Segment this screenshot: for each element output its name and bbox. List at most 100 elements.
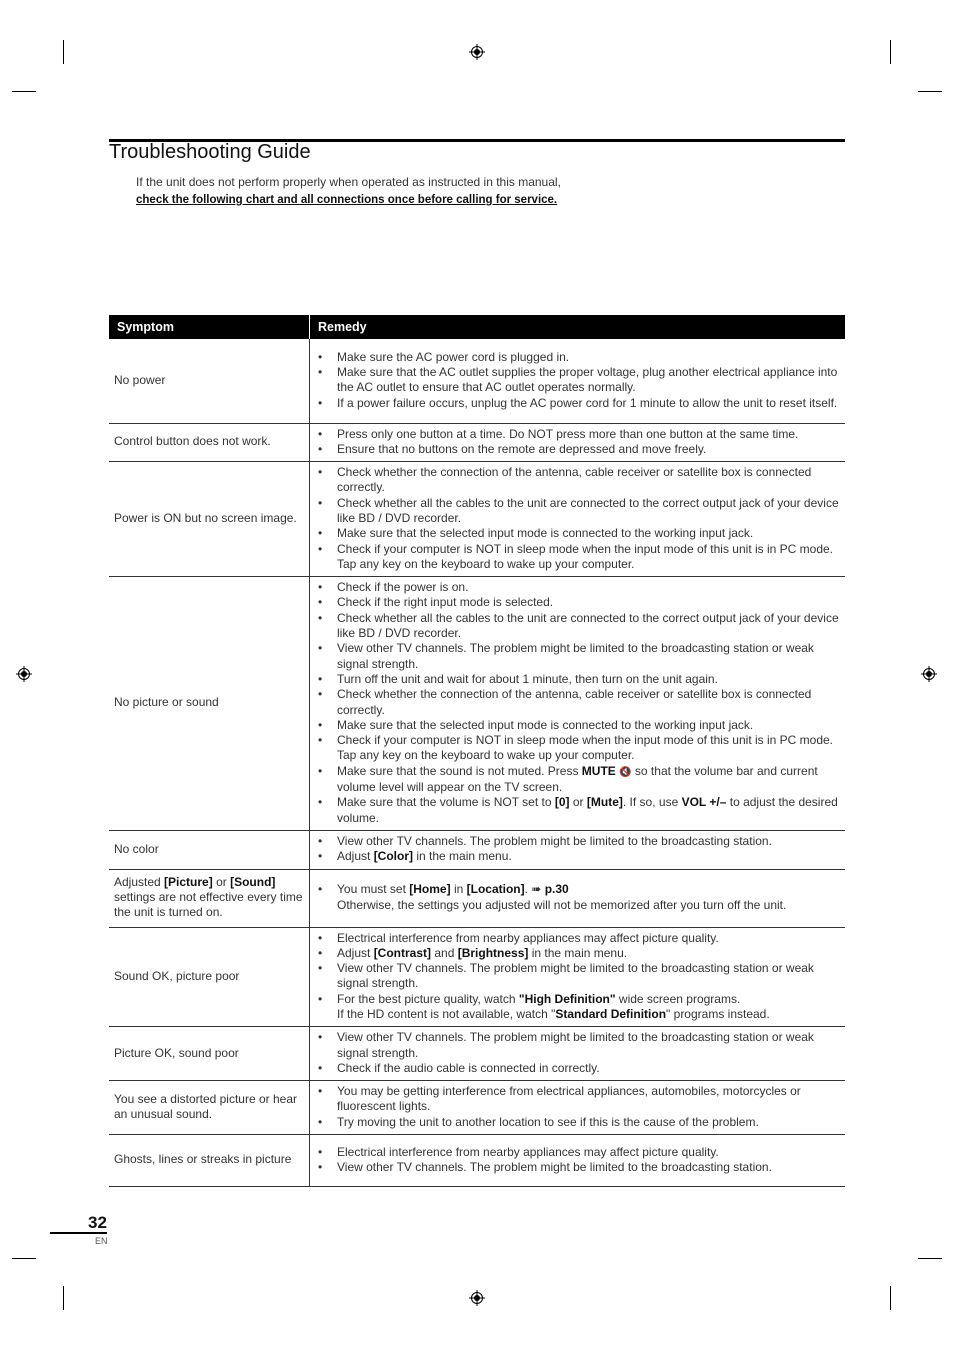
remedy-cell: Electrical interference from nearby appl… <box>309 927 845 1028</box>
remedy-item: You must set [Home] in [Location]. ➠ p.3… <box>315 882 840 913</box>
remedy-item: You may be getting interference from ele… <box>315 1084 840 1115</box>
remedy-text: . If so, use <box>622 795 682 810</box>
table-row: Adjusted [Picture] or [Sound] settings a… <box>109 869 845 928</box>
remedy-item: Check whether all the cables to the unit… <box>315 496 840 527</box>
remedy-item: Turn off the unit and wait for about 1 m… <box>315 672 840 688</box>
table-row: Ghosts, lines or streaks in picture Elec… <box>109 1134 845 1188</box>
table-row: You see a distorted picture or hear an u… <box>109 1080 845 1136</box>
key-label: "High Definition" <box>518 991 616 1006</box>
symptom-cell: Sound OK, picture poor <box>109 927 310 1028</box>
remedy-item: Make sure that the selected input mode i… <box>315 718 840 734</box>
symptom-text: Adjusted <box>114 874 165 889</box>
key-label: [Color] <box>373 849 414 864</box>
remedy-item: Try moving the unit to another location … <box>315 1115 840 1131</box>
remedy-item: Check if the power is on. <box>315 580 840 596</box>
table-row: No picture or sound Check if the power i… <box>109 576 845 831</box>
remedy-item: Make sure that the selected input mode i… <box>315 526 840 542</box>
key-label: [Brightness] <box>457 945 529 960</box>
header-symptom: Symptom <box>109 315 310 339</box>
symptom-cell: Power is ON but no screen image. <box>109 461 310 578</box>
remedy-item: Check if the right input mode is selecte… <box>315 595 840 611</box>
crop-mark <box>63 1286 64 1310</box>
remedy-item: View other TV channels. The problem migh… <box>315 961 840 992</box>
remedy-item: Ensure that no buttons on the remote are… <box>315 442 840 458</box>
remedy-item: Adjust [Color] in the main menu. <box>315 849 840 865</box>
symptom-text: or <box>212 874 231 889</box>
symptom-cell: No color <box>109 830 310 870</box>
remedy-item: For the best picture quality, watch "Hig… <box>315 992 840 1023</box>
symptom-cell: Picture OK, sound poor <box>109 1026 310 1082</box>
intro-emphasis: check the following chart and all connec… <box>136 194 558 206</box>
crop-mark <box>12 91 36 92</box>
page-ref-link[interactable]: p.30 <box>545 882 569 896</box>
table-row: Picture OK, sound poor View other TV cha… <box>109 1026 845 1082</box>
remedy-cell: Electrical interference from nearby appl… <box>309 1134 845 1188</box>
remedy-text: in the main menu. <box>413 849 512 864</box>
remedy-text: If the HD content is not available, watc… <box>337 1007 556 1021</box>
remedy-item: View other TV channels. The problem migh… <box>315 834 840 850</box>
remedy-text: in <box>450 882 467 897</box>
crosshair-registration-icon <box>469 44 485 60</box>
remedy-item: Check whether all the cables to the unit… <box>315 611 840 642</box>
symptom-cell: You see a distorted picture or hear an u… <box>109 1080 310 1136</box>
remedy-text: in the main menu. <box>528 945 628 960</box>
page-title: Troubleshooting Guide <box>109 141 311 163</box>
table-row: No color View other TV channels. The pro… <box>109 830 845 870</box>
remedy-text: Adjust <box>337 849 374 864</box>
remedy-cell: View other TV channels. The problem migh… <box>309 830 845 870</box>
key-label: [Picture] <box>164 874 213 889</box>
key-label: [Sound] <box>230 874 276 889</box>
crosshair-registration-icon <box>921 666 937 682</box>
remedy-cell: Press only one button at a time. Do NOT … <box>309 423 845 463</box>
header-remedy: Remedy <box>309 315 845 339</box>
crosshair-registration-icon <box>469 1290 485 1306</box>
remedy-cell: Check if the power is on. Check if the r… <box>309 576 845 831</box>
page-language: EN <box>95 1236 108 1246</box>
remedy-text: Adjust <box>337 945 374 960</box>
remedy-cell: You must set [Home] in [Location]. ➠ p.3… <box>309 869 845 928</box>
remedy-item: Check if your computer is NOT in sleep m… <box>315 733 840 764</box>
key-label: [Contrast] <box>373 945 432 960</box>
remedy-item: View other TV channels. The problem migh… <box>315 641 840 672</box>
symptom-cell: Ghosts, lines or streaks in picture <box>109 1134 310 1188</box>
table-header: Symptom Remedy <box>109 315 845 339</box>
speaker-mute-icon: 🔇 <box>619 766 632 778</box>
remedy-item: Check if the audio cable is connected in… <box>315 1061 840 1077</box>
crop-mark <box>890 1286 891 1310</box>
remedy-cell: View other TV channels. The problem migh… <box>309 1026 845 1082</box>
symptom-text: settings are not effective every time th… <box>114 889 303 920</box>
remedy-item: Make sure that the volume is NOT set to … <box>315 795 840 826</box>
remedy-text: You must set <box>337 882 410 897</box>
remedy-item: Electrical interference from nearby appl… <box>315 931 840 947</box>
remedy-item: If a power failure occurs, unplug the AC… <box>315 396 840 412</box>
arrow-right-icon: ➠ <box>531 882 542 897</box>
table-row: Sound OK, picture poor Electrical interf… <box>109 927 845 1028</box>
remedy-item: Make sure the AC power cord is plugged i… <box>315 350 840 366</box>
key-label: [Mute] <box>586 795 623 810</box>
remedy-item: View other TV channels. The problem migh… <box>315 1160 840 1176</box>
table-row: Control button does not work. Press only… <box>109 423 845 463</box>
troubleshooting-table: Symptom Remedy No power Make sure the AC… <box>109 315 845 1188</box>
intro-line: If the unit does not perform properly wh… <box>136 175 561 189</box>
remedy-text: wide screen programs. <box>615 991 741 1006</box>
key-label: VOL +/– <box>681 795 727 810</box>
remedy-text: or <box>569 795 587 810</box>
remedy-text: For the best picture quality, watch <box>337 991 519 1006</box>
remedy-item: Press only one button at a time. Do NOT … <box>315 427 840 443</box>
symptom-cell: No power <box>109 339 310 424</box>
remedy-item: Make sure that the AC outlet supplies th… <box>315 365 840 396</box>
table-row: Power is ON but no screen image. Check w… <box>109 461 845 578</box>
crop-mark <box>918 1258 942 1259</box>
remedy-text: and <box>431 945 458 960</box>
remedy-cell: You may be getting interference from ele… <box>309 1080 845 1136</box>
crop-mark <box>12 1258 36 1259</box>
remedy-item: Check if your computer is NOT in sleep m… <box>315 542 840 573</box>
symptom-cell: Adjusted [Picture] or [Sound] settings a… <box>109 869 310 928</box>
key-label: [Location] <box>466 882 525 897</box>
page-number-rule <box>50 1232 107 1234</box>
remedy-text: Otherwise, the settings you adjusted wil… <box>337 897 787 912</box>
remedy-text: If the HD content is not available, watc… <box>337 1007 840 1022</box>
crop-mark <box>918 91 942 92</box>
key-label: [0] <box>554 795 570 810</box>
remedy-text: Make sure that the sound is not muted. P… <box>337 763 582 778</box>
